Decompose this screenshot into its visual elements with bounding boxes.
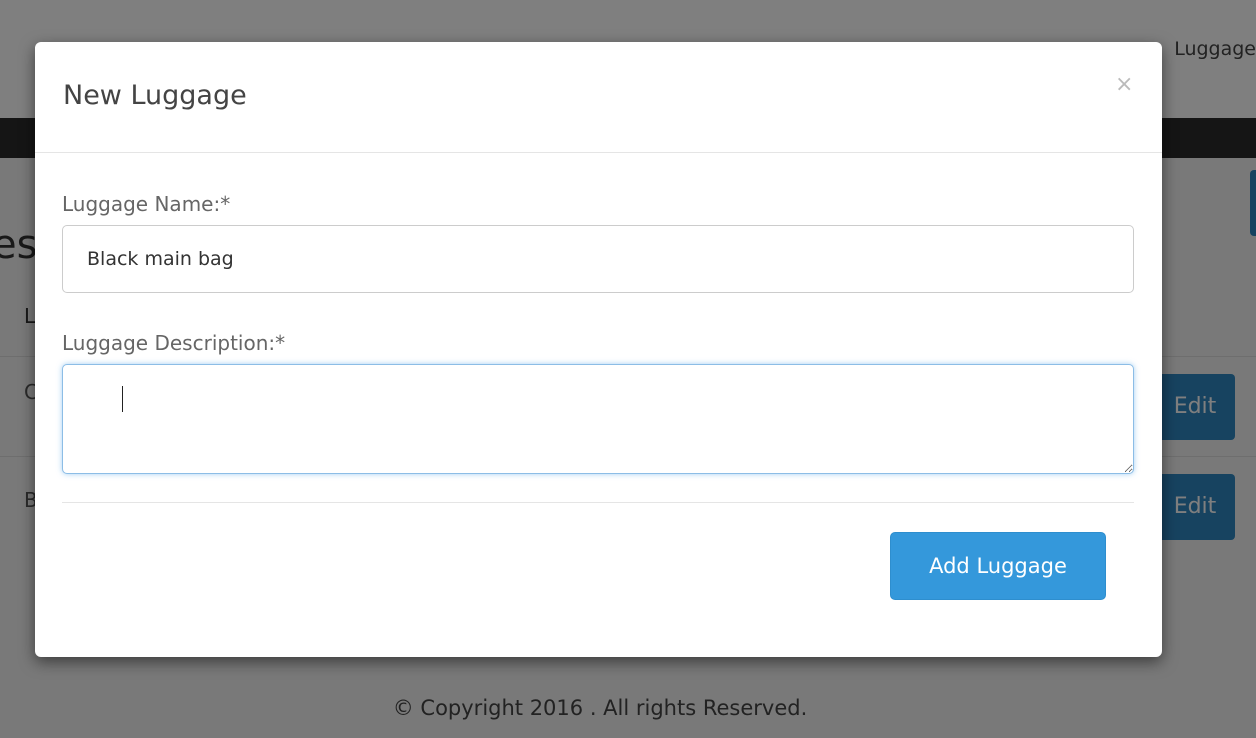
close-icon[interactable]: × [1115,74,1133,96]
luggage-description-label: Luggage Description:* [62,331,286,355]
modal-footer-divider [62,502,1134,503]
luggage-description-textarea[interactable] [62,364,1134,474]
modal-header: New Luggage × [35,42,1162,153]
add-luggage-button[interactable]: Add Luggage [890,532,1106,600]
luggage-name-label: Luggage Name:* [62,192,231,216]
modal-title: New Luggage [63,80,247,111]
new-luggage-modal: New Luggage × Luggage Name:* Luggage Des… [35,42,1162,657]
luggage-name-input[interactable] [62,225,1134,293]
page: Luggage es L C Edit B Edit © Copyright 2… [0,0,1256,738]
text-cursor [122,386,123,412]
